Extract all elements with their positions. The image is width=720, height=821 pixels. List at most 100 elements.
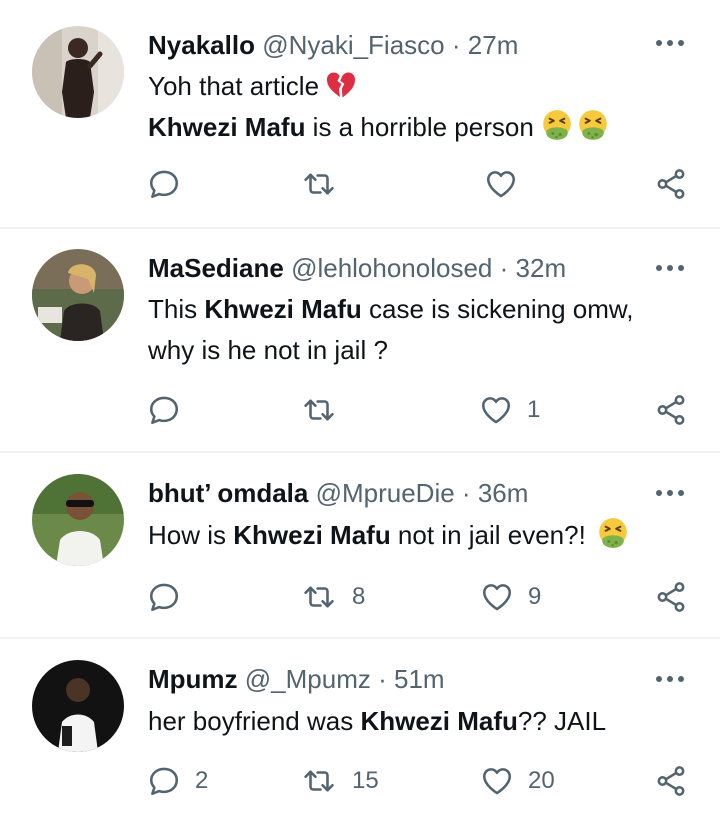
reply-count: 2 [195,767,209,794]
reply-button[interactable] [147,392,195,428]
tweet-header: bhut’ omdala @MprueDie · 36m [148,475,528,511]
tweet-header: Mpumz @_Mpumz · 51m [148,661,445,697]
tweet-3[interactable]: bhut’ omdala @MprueDie · 36m How is Khwe… [0,453,720,639]
tweet-text-line-1: her boyfriend was Khwezi Mafu?? JAIL [148,701,606,742]
tweet-actions: 8 9 [0,579,720,615]
tweet-text-segment: not in jail even?! [390,520,586,550]
more-options-icon[interactable] [654,37,686,49]
retweet-count: 15 [352,767,379,794]
reply-icon [147,580,181,614]
tweet-1[interactable]: Nyakallo @Nyaki_Fiasco · 27m Yoh that ar… [0,0,720,228]
like-count: 1 [527,396,541,423]
tweet-actions: 1 [0,392,720,428]
avatar[interactable] [32,474,124,566]
tweet-text-segment: case is sickening omw, [361,294,634,324]
tweet-4[interactable]: Mpumz @_Mpumz · 51m her boyfriend was Kh… [0,639,720,821]
tweet-text-line-2: Khwezi Mafu is a horrible person [148,107,610,148]
like-button[interactable]: 1 [479,392,540,428]
more-options-icon[interactable] [654,487,686,499]
share-icon [654,580,688,614]
vomiting-face-emoji [540,108,574,142]
reply-button[interactable] [147,166,195,202]
retweet-button[interactable]: 15 [300,763,379,799]
author-name[interactable]: Mpumz [148,664,238,694]
reply-icon [147,167,181,201]
avatar[interactable] [32,660,124,752]
like-button[interactable]: 20 [480,763,555,799]
separator-dot: · [451,30,461,60]
tweet-header: Nyakallo @Nyaki_Fiasco · 27m [148,27,518,63]
like-count: 20 [528,767,555,794]
tweet-actions: 2 15 20 [0,763,720,799]
tweet-text-segment: Yoh that article [148,71,320,101]
retweet-icon [300,580,338,614]
like-button[interactable]: 9 [480,579,541,615]
author-handle[interactable]: @lehlohonolosed [291,253,492,283]
retweet-button[interactable] [300,392,352,428]
tweet-text-line-1: This Khwezi Mafu case is sickening omw, [148,289,633,330]
reply-icon [147,393,181,427]
timestamp[interactable]: 27m [468,30,519,60]
author-handle[interactable]: @_Mpumz [245,664,371,694]
reply-button[interactable] [147,579,195,615]
tweet-actions [0,166,720,202]
mention-bold: Khwezi Mafu [204,294,362,324]
tweet-text-segment: ?? JAIL [517,706,607,736]
share-button[interactable] [654,392,688,428]
heart-icon [484,167,518,201]
tweet-text: Yoh that article Khwezi Mafu is a horrib… [148,66,610,148]
retweet-icon [300,167,338,201]
avatar[interactable] [32,26,124,118]
share-button[interactable] [654,166,688,202]
vomiting-face-emoji [596,516,630,550]
author-handle[interactable]: @Nyaki_Fiasco [262,30,444,60]
author-name[interactable]: Nyakallo [148,30,255,60]
reply-button[interactable]: 2 [147,763,208,799]
share-button[interactable] [654,763,688,799]
separator-dot: · [461,478,471,508]
author-name[interactable]: bhut’ omdala [148,478,308,508]
timestamp[interactable]: 51m [394,664,445,694]
tweet-text-line-2: why is he not in jail ? [148,335,388,365]
mention-bold: Khwezi Mafu [233,520,391,550]
tweet-header: MaSediane @lehlohonolosed · 32m [148,250,566,286]
tweet-text: This Khwezi Mafu case is sickening omw, … [148,289,633,371]
heart-icon [479,393,513,427]
retweet-icon [300,764,338,798]
share-icon [654,167,688,201]
tweet-text-segment: her boyfriend was [148,706,361,736]
tweet-text: How is Khwezi Mafu not in jail even?! [148,515,630,556]
heart-icon [480,580,514,614]
tweet-text: her boyfriend was Khwezi Mafu?? JAIL [148,701,606,742]
like-count: 9 [528,583,542,610]
timestamp[interactable]: 32m [516,253,567,283]
tweet-text-segment: How is [148,520,234,550]
tweet-text-segment: This [148,294,205,324]
separator-dot: · [499,253,509,283]
timestamp[interactable]: 36m [478,478,529,508]
retweet-button[interactable]: 8 [300,579,365,615]
author-handle[interactable]: @MprueDie [316,478,455,508]
more-options-icon[interactable] [654,673,686,685]
author-name[interactable]: MaSediane [148,253,284,283]
share-button[interactable] [654,579,688,615]
separator-dot: · [378,664,387,694]
retweet-icon [300,393,338,427]
avatar[interactable] [32,249,124,341]
mention-bold: Khwezi Mafu [148,112,306,142]
retweet-count: 8 [352,583,366,610]
share-icon [654,393,688,427]
retweet-button[interactable] [300,166,352,202]
mention-bold: Khwezi Mafu [360,706,518,736]
reply-icon [147,764,181,798]
tweet-2[interactable]: MaSediane @lehlohonolosed · 32m This Khw… [0,229,720,453]
heart-icon [480,764,514,798]
tweet-text-segment: is a horrible person [305,112,534,142]
tweet-text-line-1: How is Khwezi Mafu not in jail even?! [148,515,630,556]
share-icon [654,764,688,798]
like-button[interactable] [484,166,532,202]
broken-heart-emoji [325,69,357,101]
tweet-text-line-1: Yoh that article [148,66,610,107]
vomiting-face-emoji [576,108,610,142]
more-options-icon[interactable] [654,262,686,274]
